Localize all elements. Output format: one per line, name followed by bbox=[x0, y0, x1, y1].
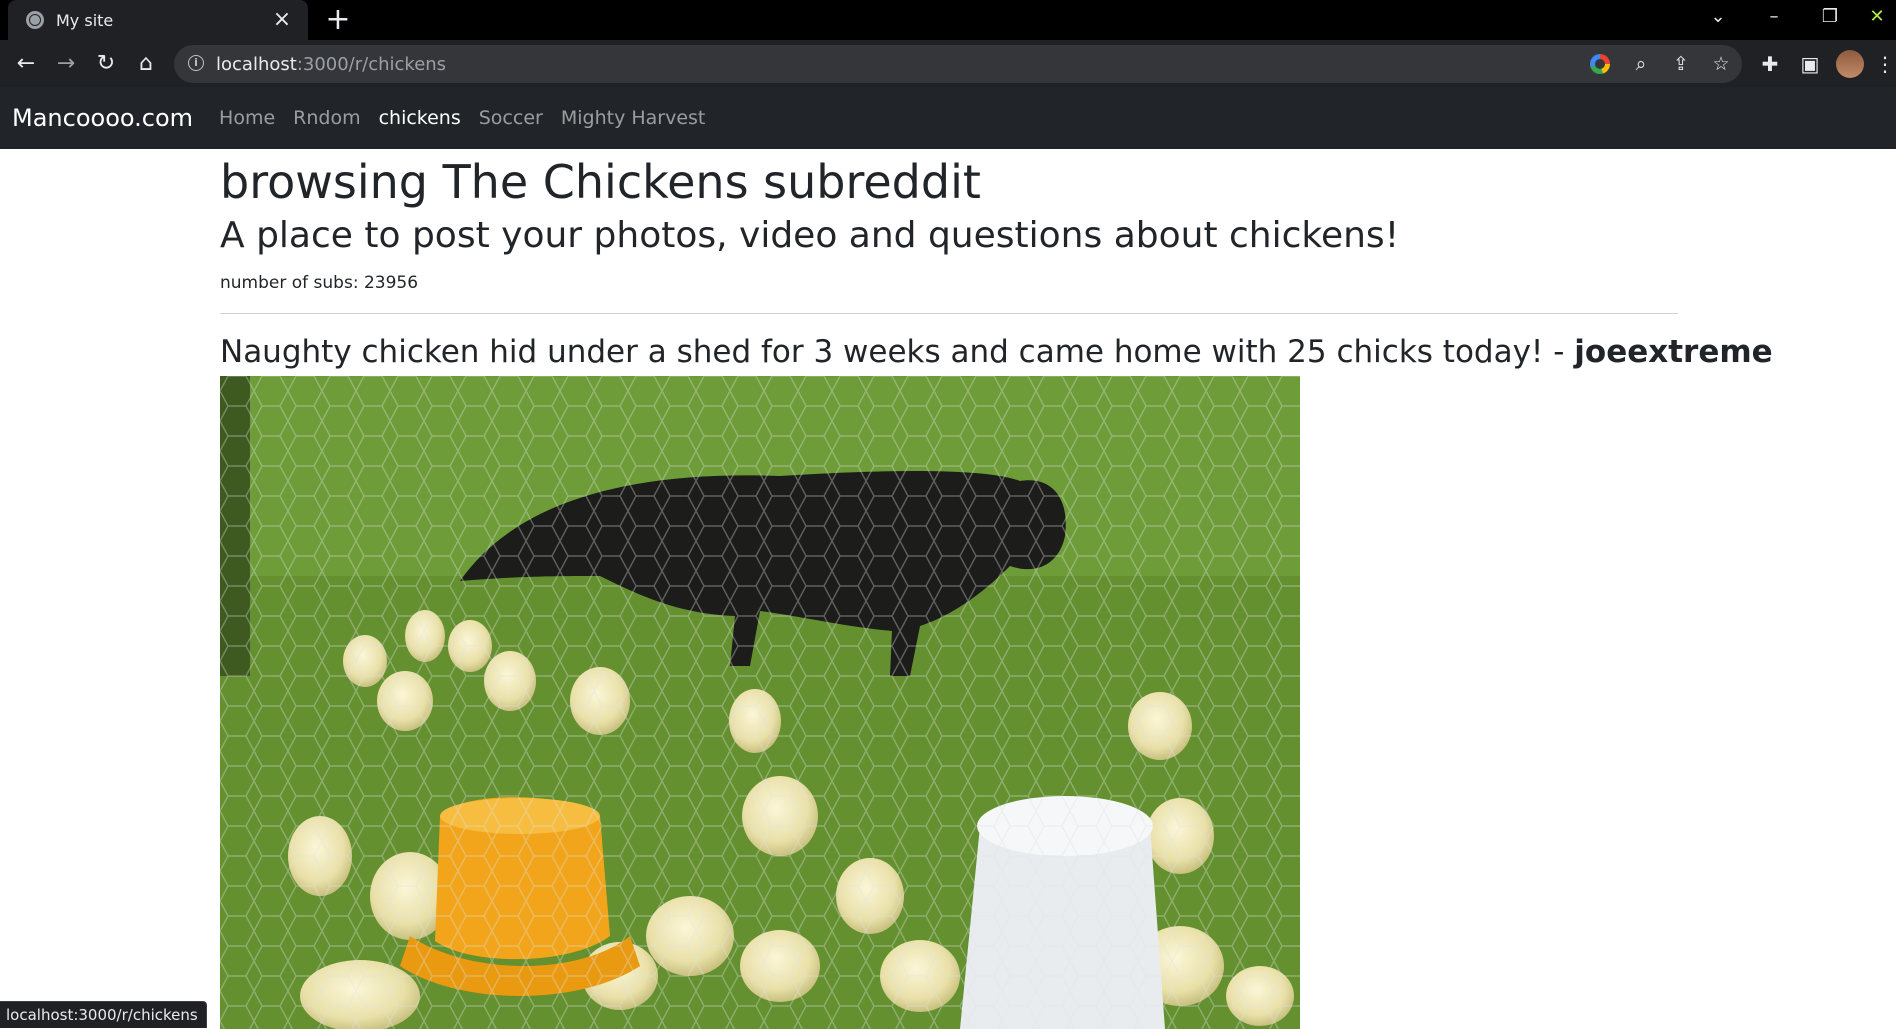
page-subtitle: A place to post your photos, video and q… bbox=[220, 215, 1400, 256]
post-author: joeextreme bbox=[1574, 334, 1773, 370]
tab-title: My site bbox=[56, 10, 114, 30]
page-title: browsing The Chickens subreddit bbox=[220, 155, 981, 209]
share-icon[interactable]: ⇪ bbox=[1666, 49, 1696, 79]
nav-link-home[interactable]: Home bbox=[219, 107, 275, 129]
zoom-icon[interactable]: ⌕ bbox=[1626, 49, 1656, 79]
subscriber-count: number of subs: 23956 bbox=[220, 273, 419, 293]
nav-link-rndom[interactable]: Rndom bbox=[293, 107, 360, 129]
nav-link-chickens[interactable]: chickens bbox=[379, 107, 461, 129]
menu-icon[interactable]: ⋮ bbox=[1874, 46, 1896, 82]
status-bar-url: localhost:3000/r/chickens bbox=[0, 1001, 207, 1028]
globe-icon bbox=[26, 11, 44, 29]
divider bbox=[220, 313, 1678, 314]
close-window-button[interactable]: ✕ bbox=[1858, 0, 1896, 34]
nav-link-soccer[interactable]: Soccer bbox=[479, 107, 543, 129]
site-navbar: Mancoooo.com Home Rndom chickens Soccer … bbox=[0, 87, 1896, 149]
main-content: browsing The Chickens subreddit A place … bbox=[220, 149, 1773, 1029]
post-title-text: Naughty chicken hid under a shed for 3 w… bbox=[220, 334, 1565, 370]
address-bar[interactable]: i localhost:3000/r/chickens ⌕ ⇪ ☆ bbox=[174, 45, 1742, 83]
home-icon[interactable]: ⌂ bbox=[128, 46, 164, 82]
post-image[interactable] bbox=[220, 376, 1300, 1029]
address-url: localhost:3000/r/chickens bbox=[216, 53, 447, 75]
site-info-icon[interactable]: i bbox=[188, 55, 204, 71]
reload-icon[interactable]: ↻ bbox=[88, 46, 124, 82]
tab-close-icon[interactable]: × bbox=[270, 9, 294, 31]
new-tab-button[interactable]: + bbox=[322, 4, 354, 36]
post-title[interactable]: Naughty chicken hid under a shed for 3 w… bbox=[220, 332, 1773, 372]
extensions-icon[interactable]: ✚ bbox=[1752, 46, 1788, 82]
back-icon[interactable]: ← bbox=[8, 46, 44, 82]
tab-search-icon[interactable]: ⌄ bbox=[1690, 0, 1746, 34]
nav-link-mighty-harvest[interactable]: Mighty Harvest bbox=[561, 107, 706, 129]
minimize-button[interactable]: – bbox=[1746, 0, 1802, 34]
browser-toolbar: ← → ↻ ⌂ i localhost:3000/r/chickens ⌕ ⇪ … bbox=[0, 40, 1896, 87]
side-panel-icon[interactable]: ▣ bbox=[1792, 46, 1828, 82]
google-lens-icon[interactable] bbox=[1590, 54, 1610, 74]
chicks-photo bbox=[220, 376, 1300, 1029]
browser-tab[interactable]: My site × bbox=[8, 0, 308, 40]
navbar-brand[interactable]: Mancoooo.com bbox=[12, 104, 193, 132]
restore-button[interactable]: ❐ bbox=[1802, 0, 1858, 34]
profile-avatar[interactable] bbox=[1836, 50, 1864, 78]
browser-tab-strip: My site × + ⌄ – ❐ ✕ bbox=[0, 0, 1896, 40]
bookmark-star-icon[interactable]: ☆ bbox=[1706, 49, 1736, 79]
forward-icon[interactable]: → bbox=[48, 46, 84, 82]
